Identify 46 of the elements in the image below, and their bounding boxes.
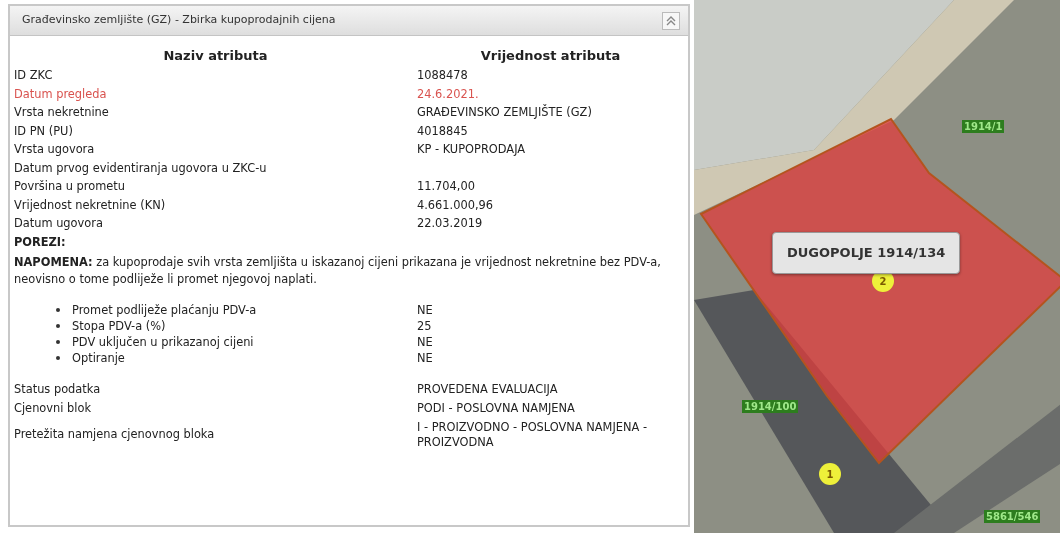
tax-label: Stopa PDV-a (%) bbox=[72, 317, 166, 334]
taxes-heading: POREZI: bbox=[14, 233, 67, 251]
attribute-value: 24.6.2021. bbox=[417, 85, 480, 103]
attribute-value: 4018845 bbox=[417, 122, 469, 140]
tax-value: 25 bbox=[417, 317, 433, 334]
column-header: Vrijednost atributa bbox=[479, 47, 622, 65]
attribute-label: Vrsta ugovora bbox=[14, 141, 96, 158]
attribute-label: Vrijednost nekretnine (KN) bbox=[14, 196, 167, 214]
tax-value: NE bbox=[417, 333, 434, 350]
collapse-icon bbox=[666, 15, 676, 26]
attribute-value: GRAĐEVINSKO ZEMLJIŠTE (GZ) bbox=[417, 103, 593, 121]
attribute-value: 4.661.000,96 bbox=[417, 196, 495, 214]
attribute-label: Datum prvog evidentiranja ugovora u ZKC-u bbox=[14, 159, 268, 177]
attribute-label: Vrsta nekretnine bbox=[14, 104, 110, 121]
bullet-icon bbox=[56, 323, 60, 328]
collapse-button[interactable] bbox=[662, 11, 680, 30]
tax-label: Promet podliježe plaćanju PDV-a bbox=[72, 301, 257, 318]
attribute-label: Površina u prometu bbox=[14, 178, 127, 195]
attribute-value: PODI - POSLOVNA NAMJENA bbox=[417, 399, 576, 417]
panel-title: Građevinsko zemljište (GZ) - Zbirka kupoprodajnih cijena bbox=[22, 12, 336, 29]
attribute-label: ID ZKC bbox=[14, 67, 54, 84]
tax-value: NE bbox=[417, 349, 434, 366]
bullet-icon bbox=[56, 355, 60, 360]
attribute-value: 1088478 bbox=[417, 67, 469, 84]
note-text: NAPOMENA: za kupoprodaje svih vrsta zemljišta u iskazanoj cijeni prikazana je vrijednost nekretnine bez PDV-a, neovisno o tome podliježe li promet njegovoj naplati. bbox=[14, 253, 662, 288]
attribute-value: I - PROIZVODNO - POSLOVNA NAMJENA - PROIZVODNA bbox=[417, 418, 649, 451]
attribute-label: ID PN (PU) bbox=[14, 122, 74, 140]
attribute-value: KP - KUPOPRODAJA bbox=[417, 141, 527, 158]
attribute-value: 22.03.2019 bbox=[417, 215, 484, 232]
parcel-number-label: 5861/546 bbox=[984, 510, 1041, 523]
bullet-icon bbox=[56, 339, 60, 344]
attribute-value: 11.704,00 bbox=[417, 178, 476, 195]
parcel-number-label: 1914/100 bbox=[742, 400, 799, 413]
attribute-label: Datum pregleda bbox=[14, 85, 108, 103]
parcel-popup: DUGOPOLJE 1914/134 bbox=[772, 232, 961, 274]
tax-label: PDV uključen u prikazanoj cijeni bbox=[72, 333, 254, 350]
column-header: Naziv atributa bbox=[162, 47, 269, 65]
attribute-label: Pretežita namjena cjenovnog bloka bbox=[14, 426, 216, 444]
tax-label: Optiranje bbox=[72, 349, 125, 366]
tax-value: NE bbox=[417, 301, 434, 318]
attribute-value: PROVEDENA EVALUACIJA bbox=[417, 380, 559, 398]
attribute-label: Datum ugovora bbox=[14, 215, 104, 232]
bullet-icon bbox=[56, 307, 60, 312]
attribute-label: Status podatka bbox=[14, 380, 102, 398]
parcel-number-label: 1914/1 bbox=[962, 120, 1005, 133]
attribute-label: Cjenovni blok bbox=[14, 399, 93, 417]
